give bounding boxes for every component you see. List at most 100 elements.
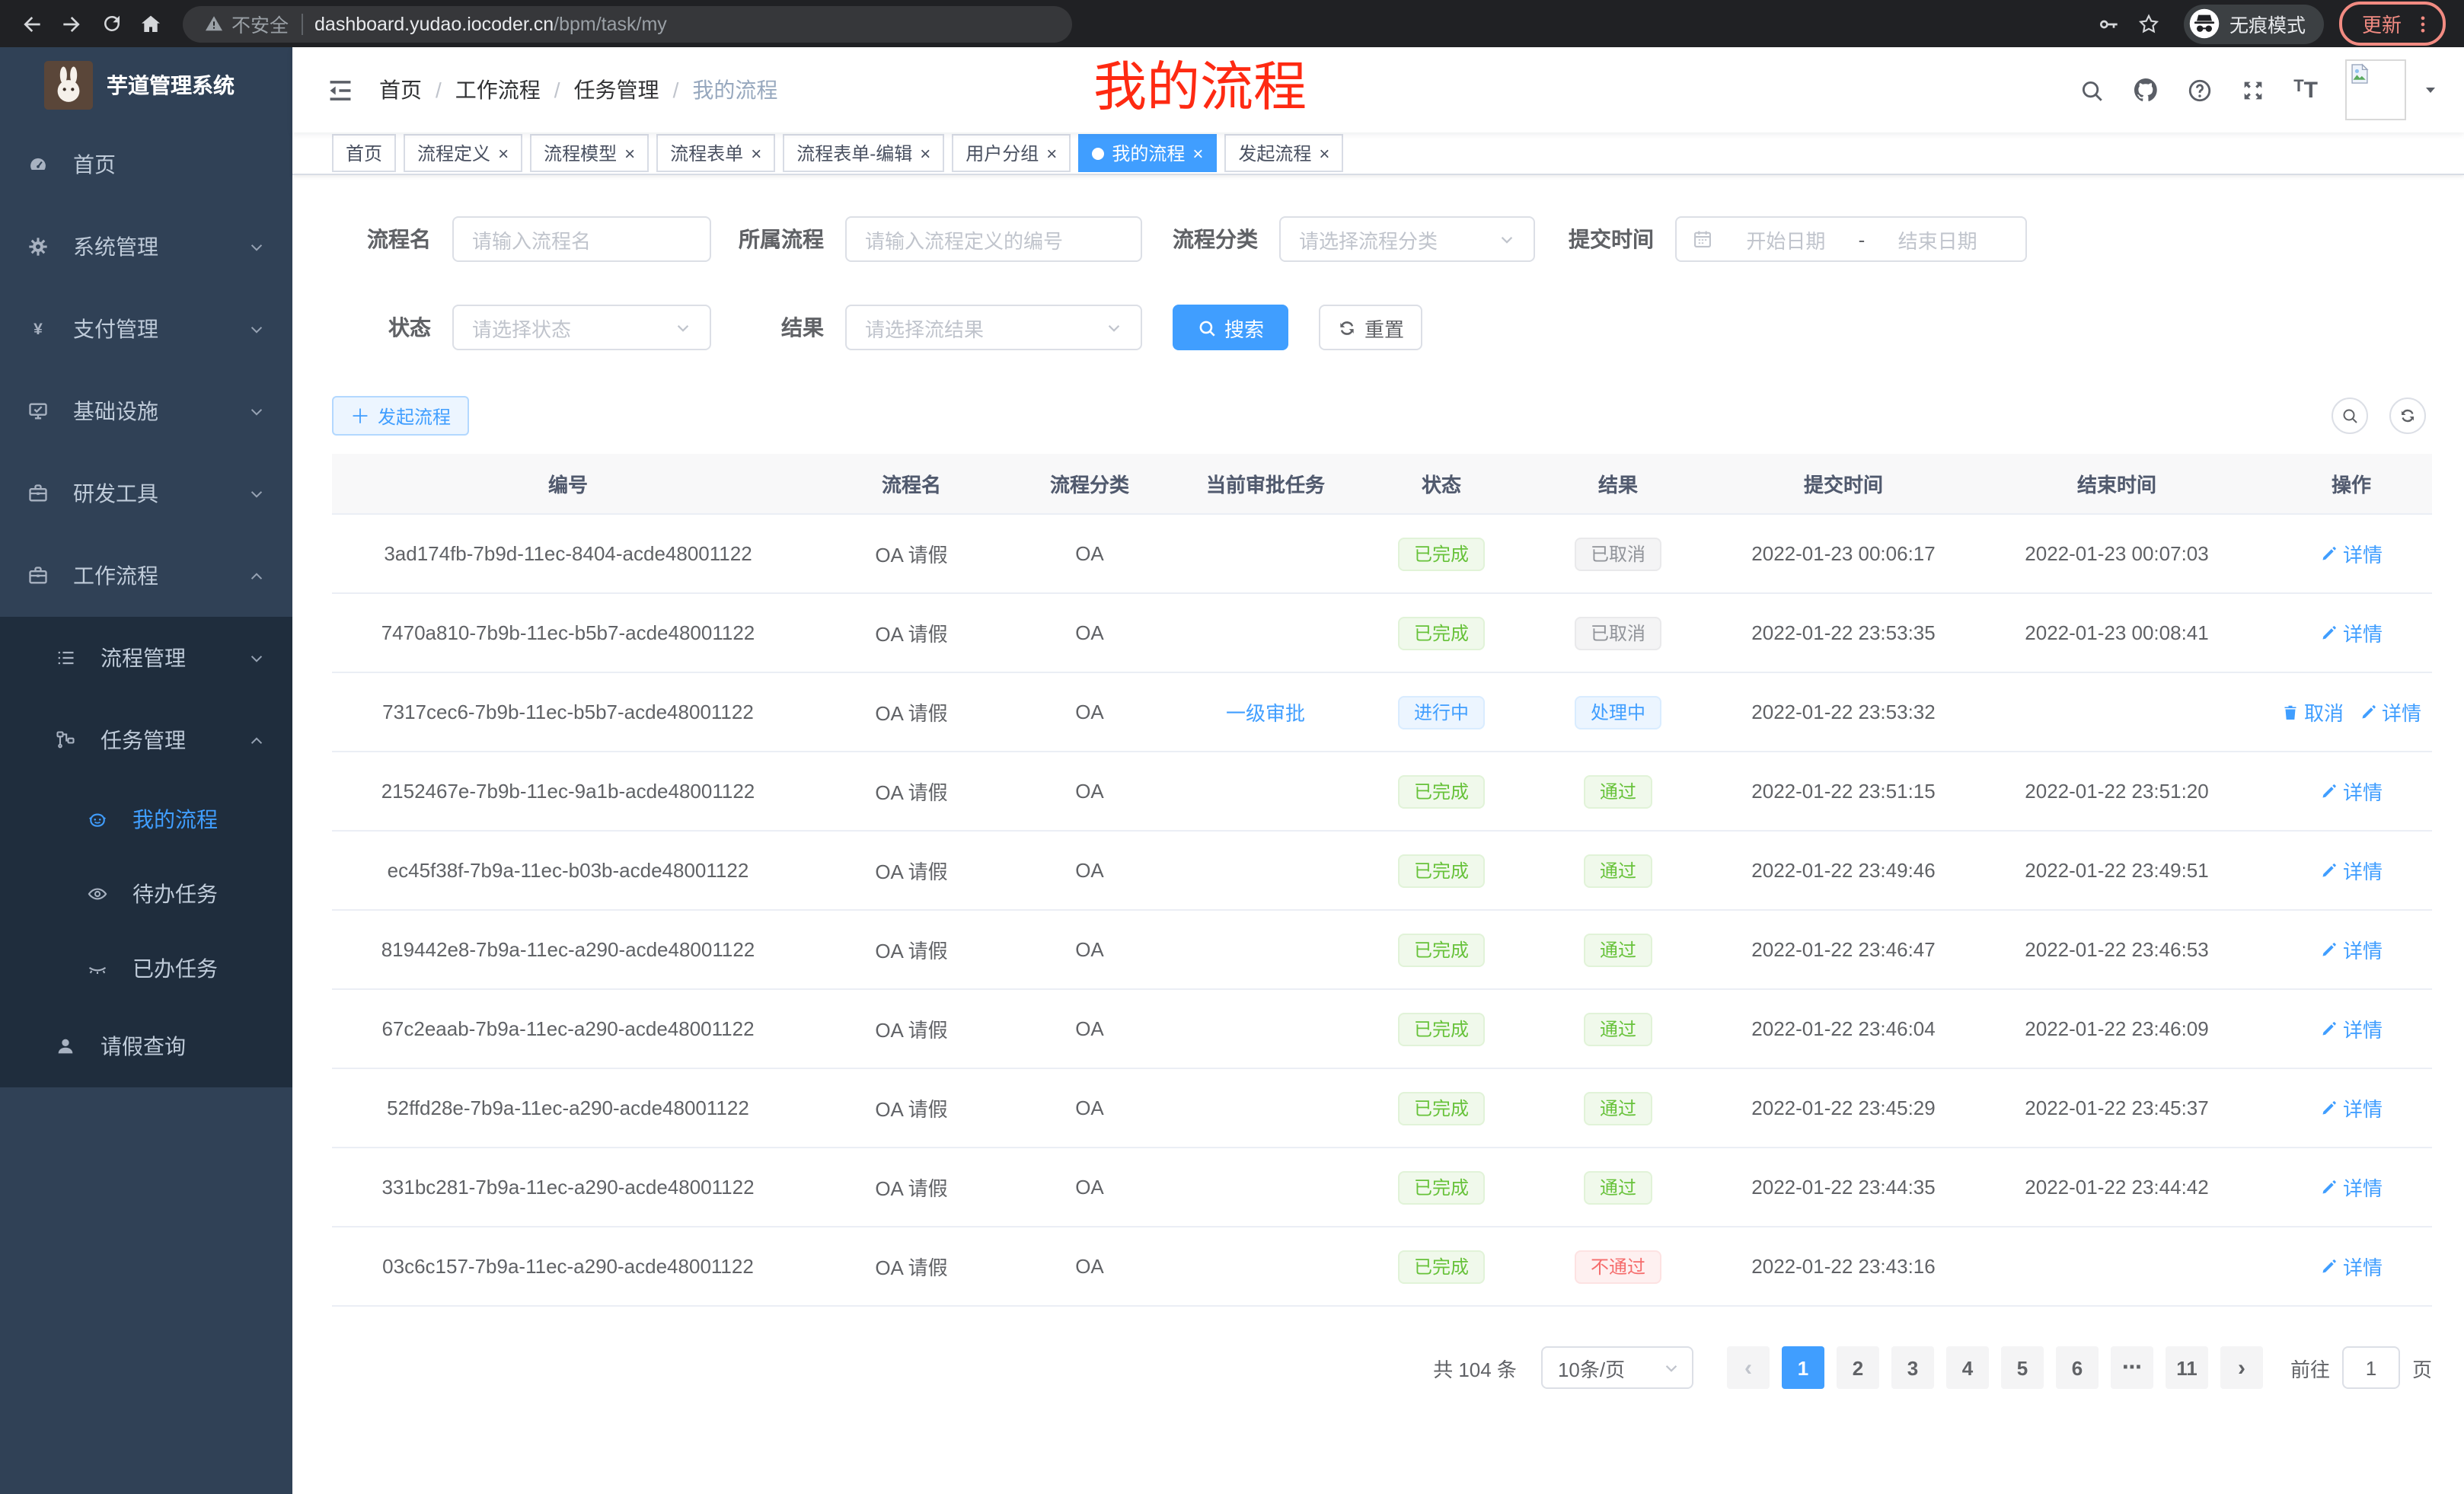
result-select[interactable]: 请选择流结果 (845, 305, 1142, 350)
sidebar-item-done-tasks[interactable]: 已办任务 (0, 931, 292, 1005)
detail-link[interactable]: 详情 (2320, 618, 2383, 647)
more-pages-button[interactable]: ⋯ (2111, 1346, 2153, 1389)
browser-update-button[interactable]: 更新 (2339, 2, 2446, 46)
kebab-menu-icon[interactable] (2412, 13, 2434, 34)
detail-link[interactable]: 详情 (2320, 1014, 2383, 1043)
sidebar-item-workflow[interactable]: 工作流程 (0, 535, 292, 617)
sidebar-item-dev-tools[interactable]: 研发工具 (0, 452, 292, 535)
page-button-4[interactable]: 4 (1946, 1346, 1989, 1389)
breadcrumb-item[interactable]: 首页 (379, 75, 422, 105)
tab-start-process[interactable]: 发起流程× (1224, 134, 1343, 172)
close-icon[interactable]: × (920, 144, 930, 162)
browser-home-button[interactable] (131, 4, 171, 43)
tab-home[interactable]: 首页 (332, 134, 396, 172)
detail-link[interactable]: 详情 (2320, 777, 2383, 806)
tab-process-form-edit[interactable]: 流程表单-编辑× (783, 134, 944, 172)
github-button[interactable] (2132, 76, 2159, 104)
refresh-table-button[interactable] (2389, 397, 2426, 434)
cell-id: 3ad174fb-7b9d-11ec-8404-acde48001122 (332, 514, 804, 593)
url-text[interactable]: dashboard.yudao.iocoder.cn/bpm/task/my (314, 13, 667, 34)
cell-process-name: OA 请假 (804, 752, 1019, 831)
list-icon (55, 647, 76, 669)
sidebar-collapse-icon[interactable] (314, 75, 367, 104)
close-icon[interactable]: × (751, 144, 761, 162)
page-button-2[interactable]: 2 (1837, 1346, 1879, 1389)
detail-link[interactable]: 详情 (2320, 539, 2383, 568)
sidebar-item-infrastructure[interactable]: 基础设施 (0, 370, 292, 452)
browser-reload-button[interactable] (91, 4, 131, 43)
start-process-button[interactable]: ＋ 发起流程 (332, 396, 469, 436)
cell-submit-time: 2022-01-22 23:46:47 (1724, 910, 1963, 989)
reset-button[interactable]: 重置 (1319, 305, 1422, 350)
sidebar-item-payment[interactable]: ¥支付管理 (0, 288, 292, 370)
detail-link[interactable]: 详情 (2320, 1093, 2383, 1122)
cell-end-time: 2022-01-22 23:46:53 (1963, 910, 2271, 989)
tab-my-process[interactable]: 我的流程× (1078, 134, 1217, 172)
cancel-link[interactable]: 取消 (2281, 698, 2344, 726)
date-range-picker[interactable]: 开始日期 - 结束日期 (1675, 216, 2027, 262)
detail-link[interactable]: 详情 (2320, 1173, 2383, 1202)
sidebar-item-system[interactable]: 系统管理 (0, 206, 292, 288)
filter-result: 结果 请选择流结果 (723, 305, 1142, 350)
browser-back-button[interactable] (12, 4, 52, 43)
toggle-search-button[interactable] (2332, 397, 2368, 434)
bookmark-star-button[interactable] (2129, 4, 2169, 43)
close-icon[interactable]: × (1046, 144, 1057, 162)
sidebar-item-home[interactable]: 首页 (0, 123, 292, 206)
browser-forward-button[interactable] (52, 4, 91, 43)
security-label[interactable]: 不安全 (231, 9, 289, 38)
end-date-input[interactable]: 结束日期 (1865, 225, 2010, 254)
breadcrumb-item[interactable]: 工作流程 (455, 75, 541, 105)
sidebar-item-process-management[interactable]: 流程管理 (0, 617, 292, 699)
name-input[interactable]: 请输入流程名 (452, 216, 711, 262)
tab-user-group[interactable]: 用户分组× (952, 134, 1071, 172)
font-size-icon[interactable]: TT (2293, 77, 2318, 103)
close-icon[interactable]: × (624, 144, 635, 162)
tab-process-definition[interactable]: 流程定义× (404, 134, 522, 172)
tab-label: 首页 (346, 140, 382, 166)
page-button-3[interactable]: 3 (1891, 1346, 1934, 1389)
detail-link[interactable]: 详情 (2320, 856, 2383, 885)
close-icon[interactable]: × (1319, 144, 1329, 162)
tab-process-model[interactable]: 流程模型× (530, 134, 649, 172)
table-row: 67c2eaab-7b9a-11ec-a290-acde48001122OA 请… (332, 989, 2432, 1068)
detail-link[interactable]: 详情 (2359, 698, 2421, 726)
page-button-5[interactable]: 5 (2001, 1346, 2044, 1389)
process-input[interactable]: 请输入流程定义的编号 (845, 216, 1142, 262)
close-icon[interactable]: × (498, 144, 509, 162)
app-logo[interactable]: 芋道管理系统 (0, 47, 292, 123)
chevron-down-icon (675, 319, 691, 336)
tab-process-form[interactable]: 流程表单× (656, 134, 775, 172)
page-button-6[interactable]: 6 (2056, 1346, 2099, 1389)
page-size-select[interactable]: 10条/页 (1541, 1346, 1693, 1389)
sidebar-item-my-process[interactable]: 我的流程 (0, 781, 292, 856)
sidebar-item-leave-query[interactable]: 请假查询 (0, 1005, 292, 1087)
start-date-input[interactable]: 开始日期 (1713, 225, 1859, 254)
cell-submit-time: 2022-01-22 23:51:15 (1724, 752, 1963, 831)
cell-current-task (1160, 1068, 1371, 1148)
next-page-button[interactable]: › (2220, 1346, 2263, 1389)
fullscreen-button[interactable] (2240, 77, 2266, 103)
address-bar[interactable]: 不安全 dashboard.yudao.iocoder.cn/bpm/task/… (183, 5, 1072, 42)
sidebar-item-task-management[interactable]: 任务管理 (0, 699, 292, 781)
help-button[interactable] (2187, 77, 2213, 103)
cell-end-time: 2022-01-22 23:44:42 (1963, 1148, 2271, 1227)
close-icon[interactable]: × (1192, 144, 1203, 162)
cell-submit-time: 2022-01-22 23:53:32 (1724, 672, 1963, 752)
detail-link[interactable]: 详情 (2320, 935, 2383, 964)
password-key-button[interactable] (2089, 4, 2129, 43)
category-select[interactable]: 请选择流程分类 (1279, 216, 1535, 262)
avatar-caret-icon[interactable] (2421, 81, 2440, 99)
page-button-1[interactable]: 1 (1782, 1346, 1824, 1389)
sidebar-item-todo-tasks[interactable]: 待办任务 (0, 856, 292, 931)
header-search-button[interactable] (2079, 77, 2105, 103)
page-button-11[interactable]: 11 (2166, 1346, 2208, 1389)
current-task-link[interactable]: 一级审批 (1226, 698, 1305, 726)
goto-page-input[interactable]: 1 (2342, 1346, 2400, 1389)
status-select[interactable]: 请选择状态 (452, 305, 711, 350)
calendar-icon (1692, 228, 1713, 250)
avatar[interactable] (2345, 59, 2406, 120)
detail-link[interactable]: 详情 (2320, 1252, 2383, 1281)
search-button[interactable]: 搜索 (1173, 305, 1288, 350)
breadcrumb-item[interactable]: 任务管理 (574, 75, 659, 105)
